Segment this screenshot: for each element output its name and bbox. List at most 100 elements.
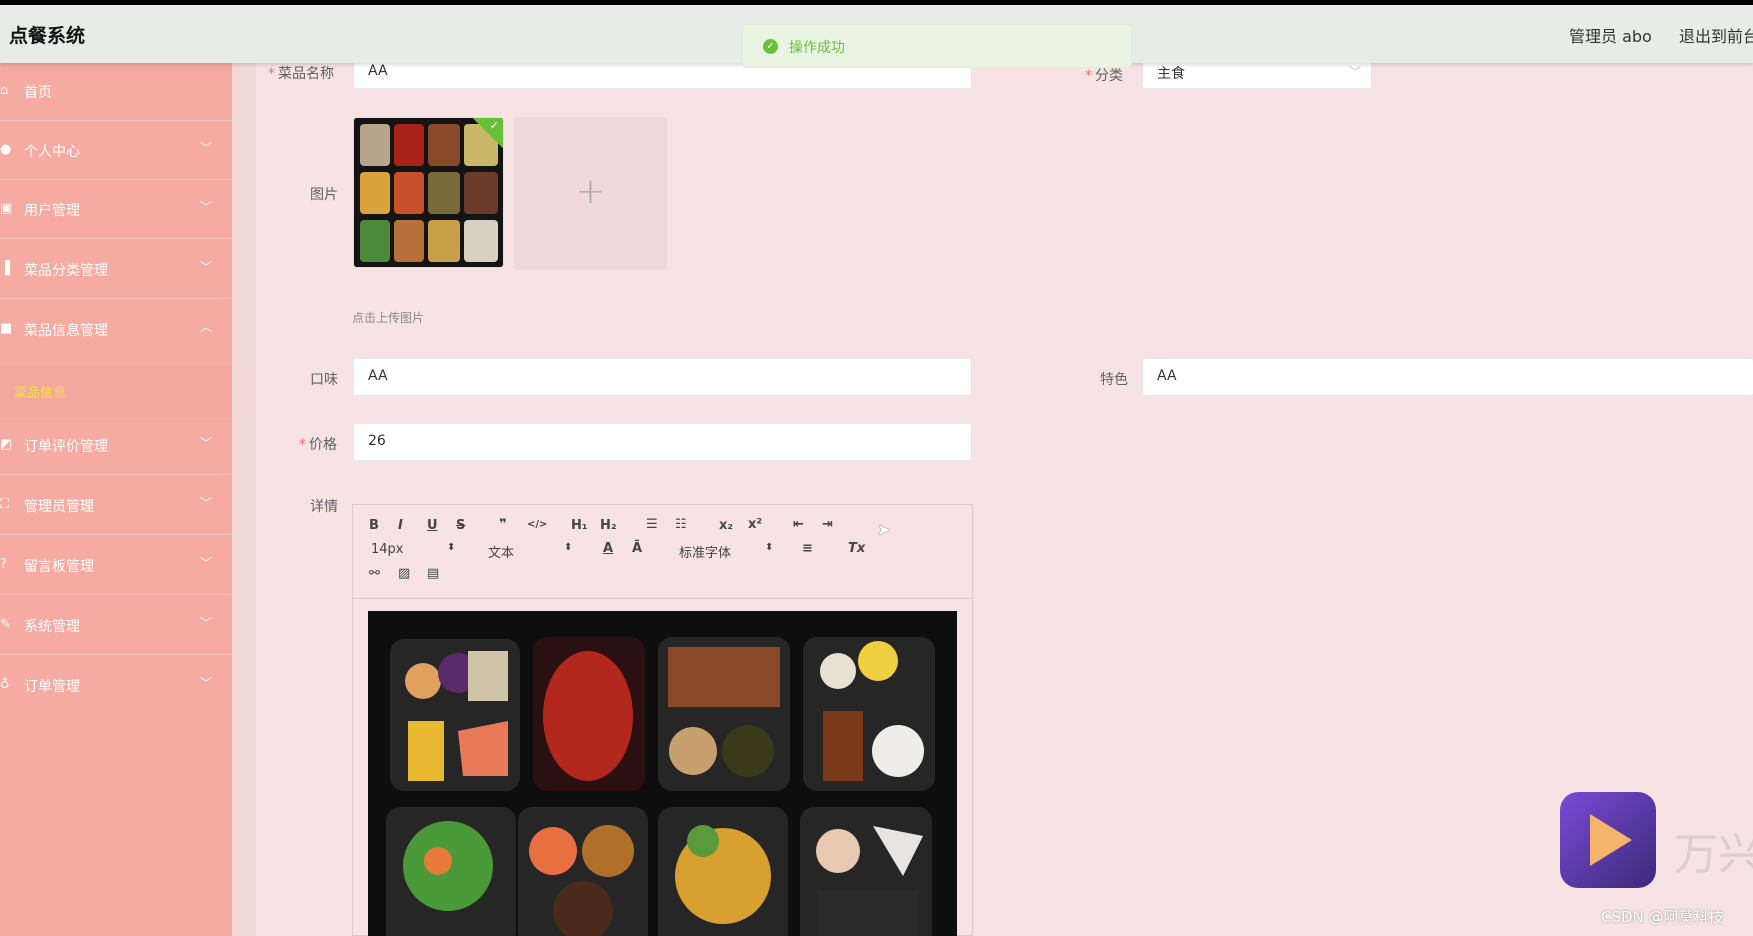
sidebar-item-label: 系统管理 (24, 619, 80, 635)
chevron-down-icon: ﹀ (200, 141, 213, 155)
taste-label: 口味 (310, 372, 338, 388)
sidebar-item-label: 菜品信息管理 (24, 323, 108, 339)
sidebar-item-order-review[interactable]: ◩ 订单评价管理 ﹀ (0, 417, 232, 475)
toast-message: 操作成功 (789, 40, 845, 56)
format-select[interactable]: 文本 (488, 542, 514, 561)
link-button[interactable]: ⚯ (369, 566, 380, 581)
chevron-down-icon: ﹀ (200, 556, 213, 570)
underline-button[interactable]: U (427, 518, 438, 533)
brand-title: 点餐系统 (9, 25, 86, 47)
food-bento-image (354, 118, 503, 267)
plus-icon: + (575, 171, 606, 212)
sidebar-item-message-board[interactable]: ? 留言板管理 ﹀ (0, 537, 232, 595)
indent-button[interactable]: ⇥ (822, 517, 833, 532)
chevron-down-icon: ﹀ (1348, 65, 1361, 79)
dish-name-label: * 菜品名称 (268, 66, 334, 82)
sidebar-item-label: 菜品分类管理 (24, 263, 108, 279)
sidebar-item-label: 订单评价管理 (24, 439, 108, 455)
chevron-down-icon: ﹀ (200, 436, 213, 450)
sidebar-item-home[interactable]: ⌂ 首页 (0, 63, 232, 121)
edit-icon: ✎ (0, 617, 11, 632)
chevron-down-icon: ﹀ (200, 200, 213, 214)
admin-name: 管理员 abo (1569, 27, 1652, 46)
submenu-item-dish-info[interactable]: 菜品信息 (0, 365, 232, 417)
frame-icon: ⛶ (0, 497, 10, 512)
user-manage-icon: ▣ (0, 201, 13, 216)
chevron-down-icon: ﹀ (200, 496, 213, 510)
image-upload-button[interactable]: + (514, 117, 667, 270)
chevron-down-icon: ﹀ (200, 676, 213, 690)
price-label: * 价格 (299, 437, 337, 453)
sidebar-item-system-management[interactable]: ✎ 系统管理 ﹀ (0, 597, 232, 655)
clean-format-button[interactable]: Tx (848, 541, 865, 556)
superscript-button[interactable]: x² (748, 517, 762, 532)
food-bento-large-image (368, 611, 957, 936)
check-circle-icon: ✓ (763, 39, 778, 54)
image-label: 图片 (310, 187, 338, 203)
feature-label: 特色 (1100, 372, 1128, 388)
upload-tip: 点击上传图片 (352, 311, 425, 325)
chevron-up-icon: ︿ (200, 320, 213, 334)
price-input[interactable]: 26 (353, 423, 972, 461)
sidebar-item-order-management[interactable]: ♁ 订单管理 ﹀ (0, 657, 232, 715)
code-block-button[interactable]: </> (527, 519, 547, 530)
sidebar-item-admin-management[interactable]: ⛶ 管理员管理 ﹀ (0, 477, 232, 535)
select-arrow-icon: ⬍ (564, 542, 573, 553)
user-icon: ● (0, 142, 12, 157)
sidebar-item-label: 管理员管理 (24, 499, 94, 515)
sidebar-item-dish-info[interactable]: ■ 菜品信息管理 ︿ (0, 301, 232, 359)
font-family-select[interactable]: 标准字体 (679, 542, 731, 561)
content-gutter (232, 63, 256, 936)
exit-to-front-link[interactable]: 退出到前台 (1679, 23, 1753, 47)
background-color-button[interactable]: Ā (632, 541, 642, 556)
video-icon: ■ (0, 321, 13, 336)
sidebar-item-personal-center[interactable]: ● 个人中心 ﹀ (0, 122, 232, 180)
italic-button[interactable]: I (398, 518, 403, 533)
sidebar-item-label: 留言板管理 (24, 559, 94, 575)
text-color-button[interactable]: A (603, 541, 613, 556)
home-icon: ⌂ (0, 83, 9, 98)
align-button[interactable]: ≡ (802, 541, 813, 556)
bullet-list-button[interactable]: ☷ (675, 517, 687, 532)
play-icon (1590, 814, 1632, 866)
image-insert-button[interactable]: ▨ (398, 566, 410, 581)
strike-button[interactable]: S (456, 518, 465, 533)
font-size-select[interactable]: 14px (371, 542, 404, 557)
bold-button[interactable]: B (369, 518, 379, 533)
wondershare-logo-icon (1560, 792, 1656, 888)
check-icon: ✓ (489, 119, 499, 132)
line-chart-icon: ◩ (0, 437, 13, 452)
video-insert-button[interactable]: ▤ (427, 566, 439, 581)
sidebar-item-dish-category[interactable]: ▐ 菜品分类管理 ﹀ (0, 241, 232, 299)
category-value: 主食 (1157, 66, 1185, 82)
blockquote-button[interactable]: ❞ (499, 517, 507, 532)
outdent-button[interactable]: ⇤ (793, 517, 804, 532)
chevron-down-icon: ﹀ (200, 616, 213, 630)
submenu-label: 菜品信息 (14, 386, 67, 401)
subscript-button[interactable]: x₂ (719, 518, 733, 533)
header1-button[interactable]: H₁ (571, 518, 588, 533)
sidebar-item-user-management[interactable]: ▣ 用户管理 ﹀ (0, 181, 232, 239)
bar-chart-icon: ▐ (0, 261, 10, 276)
microphone-icon: ♁ (0, 677, 10, 692)
detail-label: 详情 (310, 499, 338, 515)
sidebar-item-label: 首页 (24, 85, 52, 101)
sidebar-item-label: 订单管理 (24, 679, 80, 695)
sidebar: ⌂ 首页 ● 个人中心 ﹀ ▣ 用户管理 ﹀ ▐ 菜品分类管理 ﹀ ■ 菜品信息… (0, 63, 232, 936)
rich-text-editor[interactable]: B I U S ❞ </> H₁ H₂ ☰ ☷ x₂ x² ⇤ ⇥ 14px ⬍… (352, 504, 973, 936)
uploaded-image-thumbnail[interactable]: ✓ (353, 117, 504, 268)
csdn-watermark: CSDN @阿莫科技 (1601, 908, 1724, 926)
watermark-text: 万兴 (1674, 829, 1753, 880)
chevron-down-icon: ﹀ (200, 260, 213, 274)
ordered-list-button[interactable]: ☰ (646, 517, 658, 532)
sidebar-item-label: 用户管理 (24, 203, 80, 219)
sidebar-item-label: 个人中心 (24, 144, 80, 160)
mouse-cursor-icon: ➤ (877, 520, 891, 539)
success-toast: ✓ 操作成功 (742, 24, 1132, 68)
taste-input[interactable]: AA (353, 358, 972, 396)
help-icon: ? (0, 557, 7, 572)
header2-button[interactable]: H₂ (600, 518, 617, 533)
feature-input[interactable]: AA (1142, 358, 1753, 396)
select-arrow-icon: ⬍ (447, 542, 456, 553)
select-arrow-icon: ⬍ (765, 542, 774, 553)
